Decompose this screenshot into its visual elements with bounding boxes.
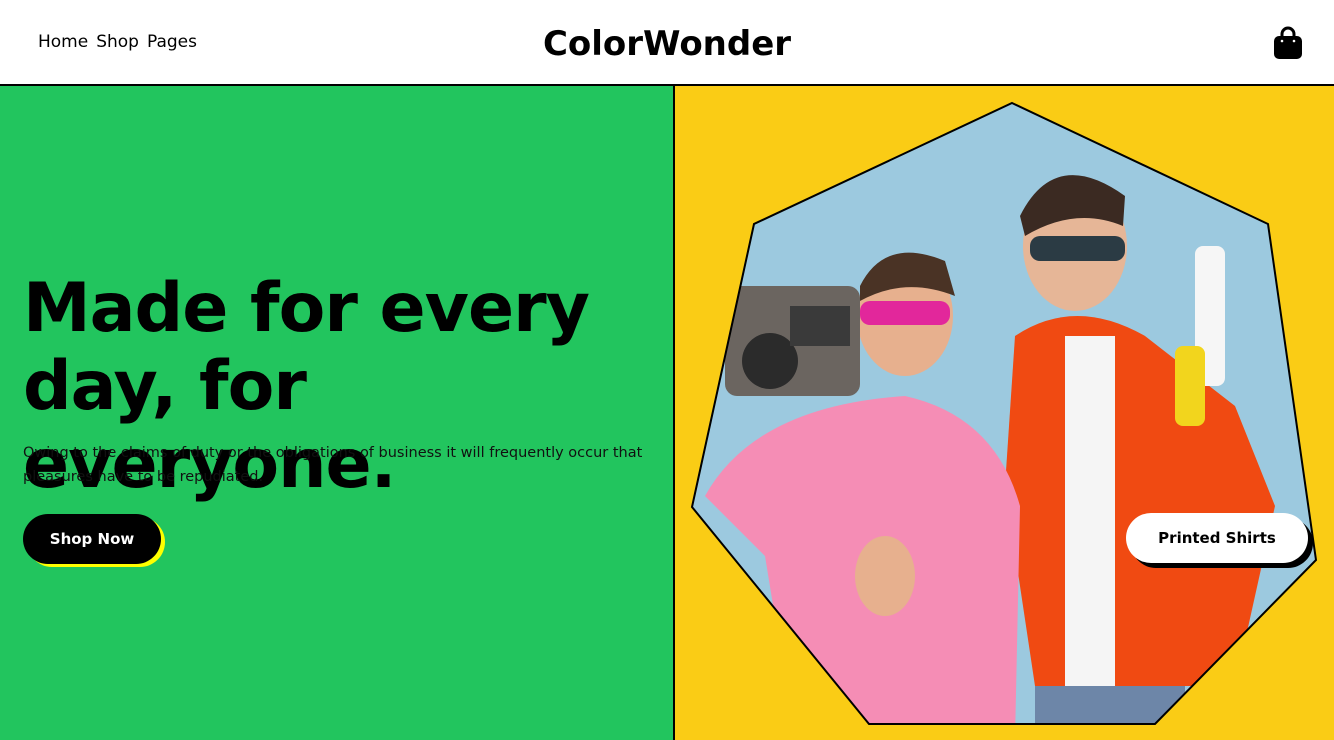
site-header: Home Shop Pages ColorWonder [0, 0, 1334, 86]
hero-right-panel: Printed Shirts [673, 86, 1334, 740]
shop-now-button[interactable]: Shop Now [23, 514, 161, 564]
hero-description: Owing to the claims of duty or the oblig… [23, 445, 643, 485]
shopping-bag-icon[interactable] [1273, 26, 1303, 60]
printed-shirts-badge[interactable]: Printed Shirts [1126, 513, 1308, 563]
hero-photo [690, 101, 1318, 725]
site-logo[interactable]: ColorWonder [0, 24, 1334, 64]
hero-left-panel: Made for every day, for everyone. [0, 86, 673, 740]
